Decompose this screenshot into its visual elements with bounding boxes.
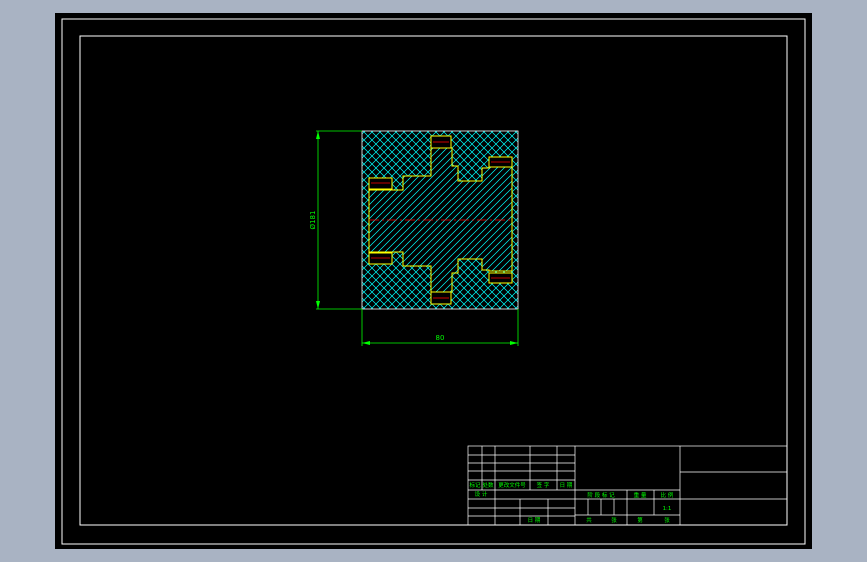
tooth-top-left — [368, 177, 393, 190]
drawing-canvas[interactable]: Ø181 80 标记 处数 更改文件号 签 字 日 期 设 计 日 期 阶 段 … — [55, 13, 812, 549]
arrow-icon — [316, 131, 320, 139]
rev-header-count: 处数 — [482, 481, 494, 489]
arrow-icon — [316, 301, 320, 309]
sheet-total-unit: 张 — [611, 516, 617, 524]
title-block-text: 标记 处数 更改文件号 签 字 日 期 设 计 日 期 阶 段 标 记 重 量 … — [469, 481, 673, 524]
sheet-no-label: 第 — [637, 516, 643, 524]
stage-label: 阶 段 标 记 — [587, 491, 615, 499]
rev-header-mark: 标记 — [469, 481, 481, 489]
dimension-text-vertical: Ø181 — [309, 211, 317, 230]
sheet-no-unit: 张 — [664, 516, 670, 524]
arrow-icon — [510, 341, 518, 345]
scale-value: 1:1 — [663, 506, 672, 512]
approval-date-label: 日 期 — [528, 517, 541, 524]
arrow-icon — [362, 341, 370, 345]
part-section[interactable] — [361, 130, 519, 310]
tooth-bottom-left — [368, 252, 393, 265]
designer-label: 设 计 — [475, 490, 488, 498]
dimension-horizontal[interactable]: 80 — [361, 309, 519, 346]
rev-header-sign: 签 字 — [537, 481, 550, 489]
dimension-text-horizontal: 80 — [436, 334, 445, 342]
rev-header-doc: 更改文件号 — [498, 481, 526, 489]
dimension-vertical[interactable]: Ø181 — [309, 130, 362, 310]
weight-label: 重 量 — [634, 491, 647, 499]
sheet-total-label: 共 — [586, 516, 592, 524]
cad-viewport[interactable]: Ø181 80 标记 处数 更改文件号 签 字 日 期 设 计 日 期 阶 段 … — [55, 13, 812, 549]
rev-header-date: 日 期 — [560, 482, 573, 489]
scale-label: 比 例 — [661, 491, 674, 499]
